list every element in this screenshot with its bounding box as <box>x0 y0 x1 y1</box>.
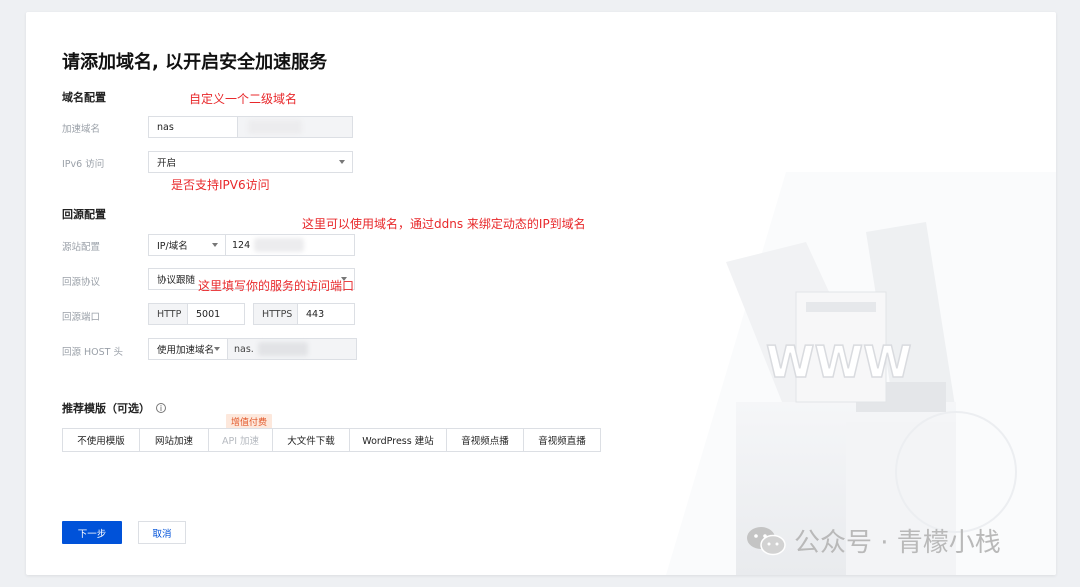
domain-config-heading: 域名配置 <box>62 91 106 104</box>
root-domain-field[interactable] <box>237 116 353 138</box>
cancel-button[interactable]: 取消 <box>138 521 186 544</box>
source-type-value: IP/域名 <box>157 241 188 252</box>
template-tab-none[interactable]: 不使用模版 <box>63 429 140 451</box>
annotation-port: 这里填写你的服务的访问端口 <box>198 279 355 293</box>
template-tab-large-file[interactable]: 大文件下载 <box>273 429 350 451</box>
origin-config-heading: 回源配置 <box>62 208 106 221</box>
host-label: 回源 HOST 头 <box>62 347 123 358</box>
port-label: 回源端口 <box>62 312 101 323</box>
redacted-domain <box>248 120 302 134</box>
source-input[interactable]: 124 <box>225 234 355 256</box>
https-port-input[interactable]: 443 <box>297 303 355 325</box>
www-illustration: WWW <box>666 172 1056 575</box>
host-type-value: 使用加速域名 <box>157 345 215 356</box>
accel-domain-input[interactable]: nas <box>148 116 238 138</box>
watermark-text: 公众号 · 青檬小栈 <box>794 528 1001 558</box>
source-value: 124 <box>232 239 251 251</box>
annotation-ddns: 这里可以使用域名，通过ddns 来绑定动态的IP到域名 <box>302 217 586 231</box>
http-port-input[interactable]: 5001 <box>187 303 245 325</box>
http-label-box: HTTP <box>148 303 188 325</box>
info-icon[interactable]: i <box>156 403 166 413</box>
www-text: WWW <box>766 337 912 388</box>
https-label-box: HTTPS <box>253 303 298 325</box>
annotation-ipv6: 是否支持IPV6访问 <box>171 178 270 192</box>
protocol-value: 协议跟随 <box>157 275 196 286</box>
annotation-subdomain: 自定义一个二级域名 <box>189 92 298 106</box>
template-tabs: 不使用模版 网站加速 API 加速 大文件下载 WordPress 建站 音视频… <box>62 428 601 452</box>
protocol-label: 回源协议 <box>62 277 101 288</box>
chevron-down-icon <box>339 160 345 164</box>
https-port-value: 443 <box>306 308 325 320</box>
chevron-down-icon <box>214 347 220 351</box>
template-tab-live[interactable]: 音视频直播 <box>524 429 600 451</box>
add-domain-card: WWW 请添加域名, 以开启安全加速服务 域名配置 加速域名 nas IPv6 … <box>26 12 1056 575</box>
template-tab-wordpress[interactable]: WordPress 建站 <box>350 429 447 451</box>
watermark: 公众号 · 青檬小栈 <box>746 522 1001 559</box>
ipv6-select[interactable]: 开启 <box>148 151 353 173</box>
http-label: HTTP <box>157 308 182 320</box>
template-heading: 推荐模版（可选） <box>62 402 150 415</box>
accel-domain-label: 加速域名 <box>62 124 101 135</box>
host-input[interactable]: nas. <box>227 338 357 360</box>
ipv6-value: 开启 <box>157 158 177 169</box>
source-type-select[interactable]: IP/域名 <box>148 234 226 256</box>
next-button[interactable]: 下一步 <box>62 521 122 544</box>
template-tab-api[interactable]: API 加速 <box>209 429 273 451</box>
source-label: 源站配置 <box>62 242 101 253</box>
accel-domain-value: nas <box>157 121 174 133</box>
paid-badge: 增值付费 <box>226 414 273 429</box>
template-tab-vod[interactable]: 音视频点播 <box>447 429 524 451</box>
ipv6-label: IPv6 访问 <box>62 159 105 170</box>
host-value: nas. <box>234 343 254 355</box>
page-title: 请添加域名, 以开启安全加速服务 <box>62 52 328 73</box>
template-heading-row: 推荐模版（可选） i <box>62 400 166 416</box>
wechat-icon <box>747 526 786 555</box>
redacted-host <box>257 342 308 356</box>
chevron-down-icon <box>212 243 218 247</box>
redacted-ip <box>254 238 305 252</box>
template-tab-website[interactable]: 网站加速 <box>140 429 209 451</box>
https-label: HTTPS <box>262 308 293 320</box>
http-port-value: 5001 <box>196 308 221 320</box>
host-type-select[interactable]: 使用加速域名 <box>148 338 228 360</box>
